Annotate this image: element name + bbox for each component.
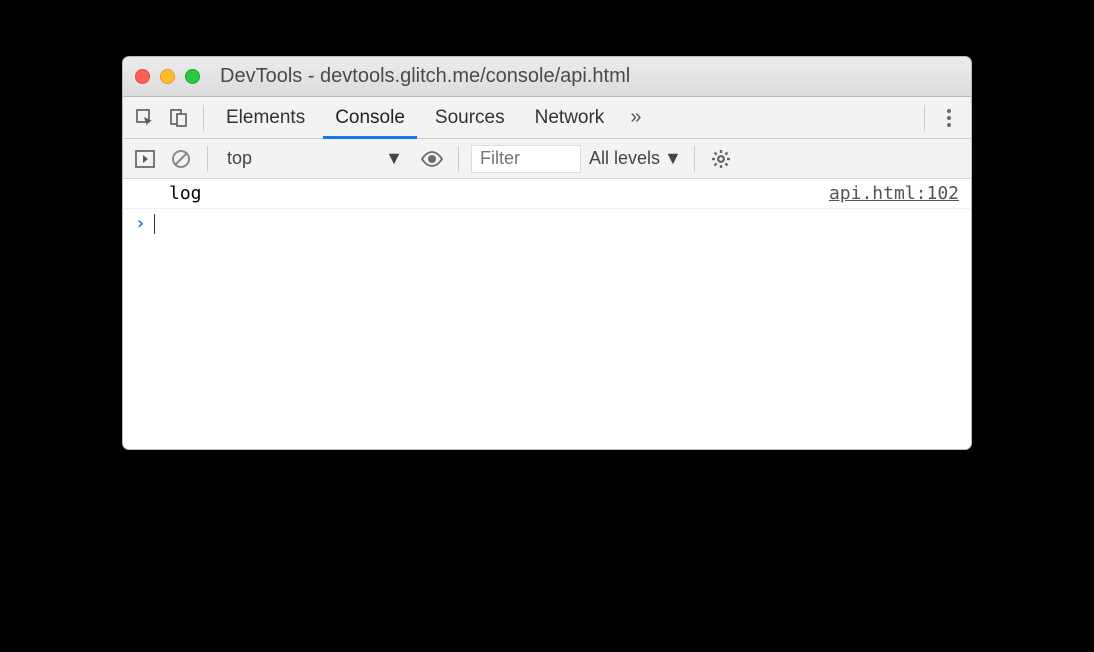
context-label: top [227,148,252,169]
tab-sources[interactable]: Sources [423,97,517,139]
inspect-element-icon[interactable] [131,104,159,132]
close-window-button[interactable] [135,69,150,84]
log-message: log [169,183,202,204]
main-toolbar: Elements Console Sources Network » [123,97,971,139]
log-levels-select[interactable]: All levels ▼ [589,148,682,169]
console-filterbar: top ▼ All levels ▼ [123,139,971,179]
minimize-window-button[interactable] [160,69,175,84]
tab-network[interactable]: Network [523,97,617,139]
levels-label: All levels [589,148,660,169]
log-source-link[interactable]: api.html:102 [829,183,959,204]
devtools-window: DevTools - devtools.glitch.me/console/ap… [122,56,972,450]
filter-input[interactable] [471,145,581,173]
execution-context-select[interactable]: top ▼ [220,145,410,172]
divider [203,105,204,131]
live-expression-icon[interactable] [418,145,446,173]
prompt-chevron-icon: › [135,213,146,234]
divider [694,146,695,172]
tabs-overflow-button[interactable]: » [622,106,649,129]
window-controls [135,69,200,84]
clear-console-icon[interactable] [167,145,195,173]
console-log-entry: log api.html:102 [123,179,971,209]
console-prompt[interactable]: › [123,209,971,238]
text-cursor [154,214,155,234]
maximize-window-button[interactable] [185,69,200,84]
tab-elements[interactable]: Elements [214,97,317,139]
chevron-down-icon: ▼ [385,148,403,169]
divider [924,105,925,131]
device-toggle-icon[interactable] [165,104,193,132]
settings-menu-button[interactable] [935,109,963,127]
console-output: log api.html:102 › [123,179,971,449]
tab-console[interactable]: Console [323,97,417,139]
chevron-down-icon: ▼ [664,148,682,169]
divider [207,146,208,172]
window-title: DevTools - devtools.glitch.me/console/ap… [214,65,959,88]
console-settings-icon[interactable] [707,145,735,173]
titlebar: DevTools - devtools.glitch.me/console/ap… [123,57,971,97]
divider [458,146,459,172]
toggle-sidebar-icon[interactable] [131,145,159,173]
